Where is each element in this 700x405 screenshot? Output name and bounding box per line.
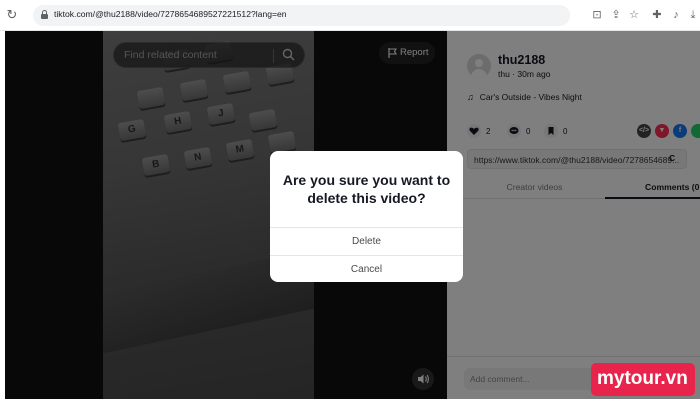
extensions-icon[interactable]: ✚ <box>650 8 664 22</box>
bookmark-star-icon[interactable]: ☆ <box>627 8 641 22</box>
install-app-icon[interactable]: ⊡ <box>590 8 604 22</box>
reload-icon[interactable]: ↻ <box>4 7 20 23</box>
lock-icon <box>41 10 48 19</box>
delete-confirm-dialog: Are you sure you want to delete this vid… <box>270 151 463 282</box>
browser-toolbar: ↻ tiktok.com/@thu2188/video/727865468952… <box>0 0 700 31</box>
share-page-icon[interactable]: ⇪ <box>609 8 623 22</box>
cancel-button[interactable]: Cancel <box>270 256 463 282</box>
address-bar[interactable]: tiktok.com/@thu2188/video/72786546895272… <box>33 5 570 26</box>
watermark-logo: mytour.vn <box>591 363 695 396</box>
dialog-title: Are you sure you want to delete this vid… <box>282 172 451 206</box>
delete-button[interactable]: Delete <box>270 228 463 255</box>
download-icon[interactable]: ⤓ <box>686 8 700 22</box>
watermark-text: mytour.vn <box>597 368 688 389</box>
url-text: tiktok.com/@thu2188/video/72786546895272… <box>54 9 287 19</box>
tiktok-extension-icon[interactable]: ♪ <box>669 8 683 22</box>
